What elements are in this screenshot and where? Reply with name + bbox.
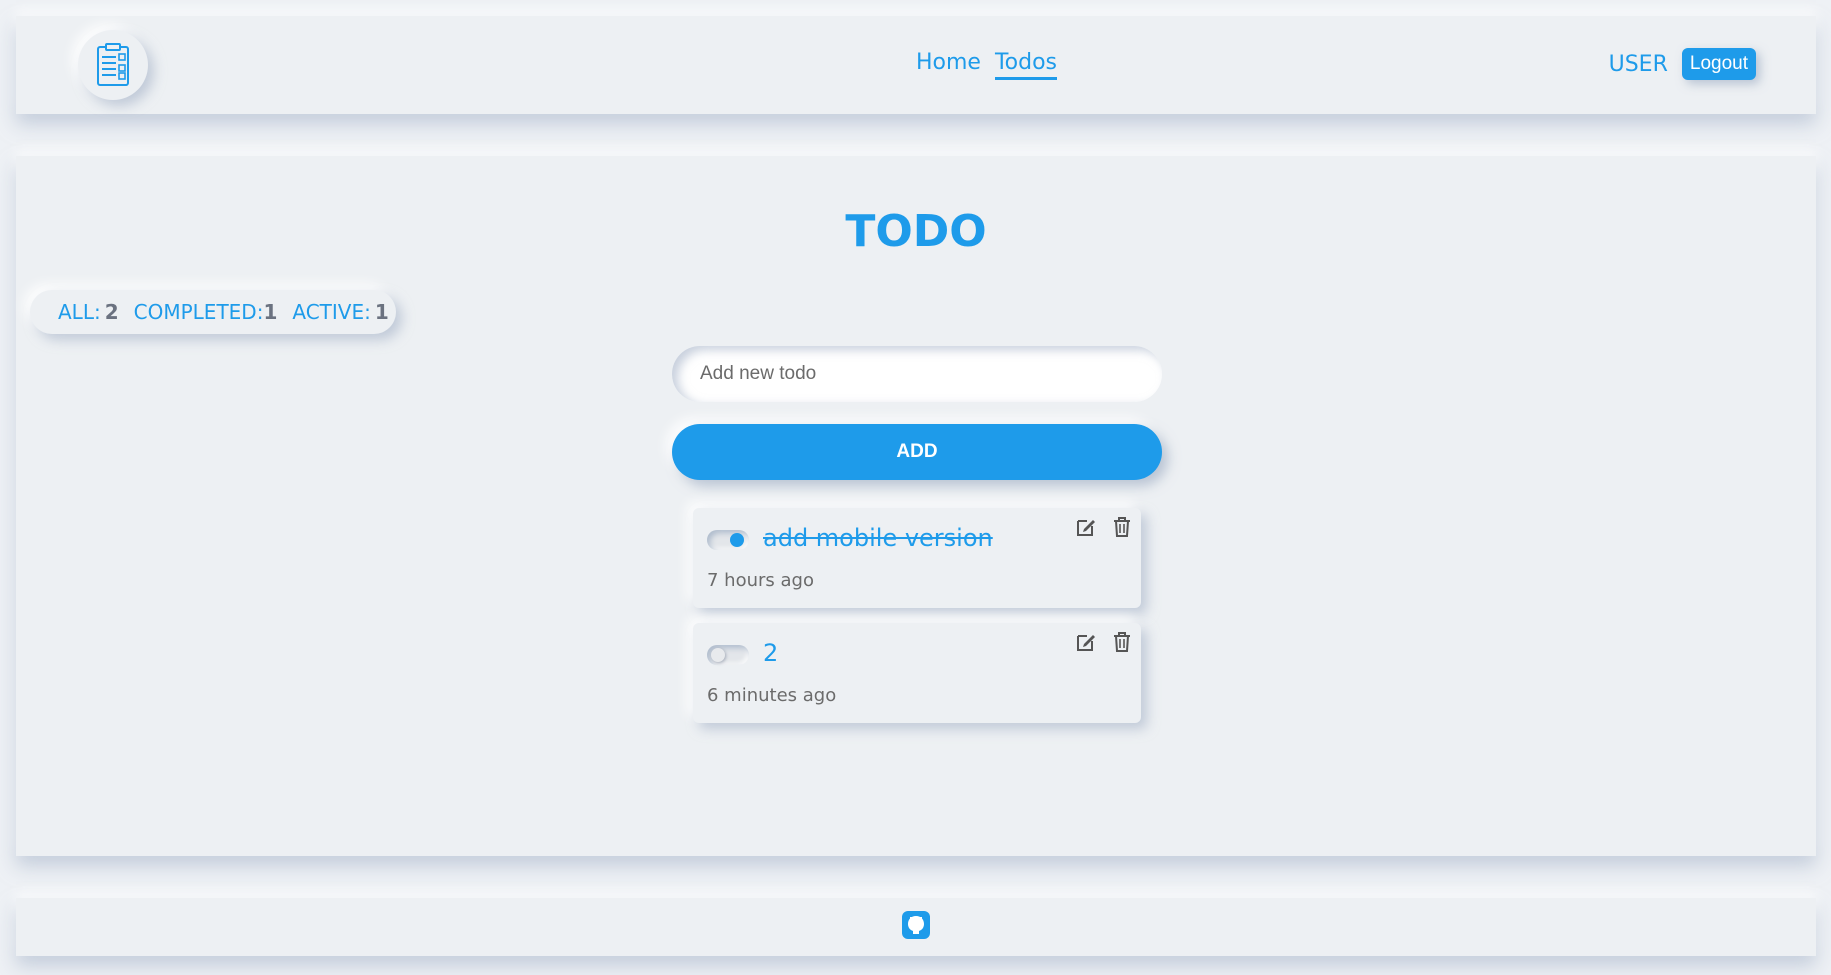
logo[interactable] bbox=[78, 30, 148, 100]
todo-counters: ALL: 2 COMPLETED:1 ACTIVE: 1 bbox=[30, 290, 396, 334]
user-area: USER Logout bbox=[1609, 48, 1756, 80]
clipboard-list-icon bbox=[97, 43, 129, 86]
counter-completed[interactable]: COMPLETED:1 bbox=[134, 300, 278, 324]
counter-all-label: ALL: bbox=[58, 300, 101, 324]
todo-complete-toggle[interactable] bbox=[707, 645, 749, 665]
page-title: TODO bbox=[845, 206, 987, 257]
counter-all-value: 2 bbox=[104, 300, 119, 324]
toggle-knob bbox=[730, 533, 744, 547]
todo-timestamp: 6 minutes ago bbox=[707, 685, 837, 706]
edit-icon[interactable] bbox=[1073, 514, 1099, 540]
todo-actions bbox=[1073, 629, 1135, 655]
todo-text: 2 bbox=[763, 639, 779, 667]
nav-todos-link[interactable]: Todos bbox=[994, 50, 1058, 80]
counter-active-label: ACTIVE: bbox=[292, 300, 371, 324]
counter-all[interactable]: ALL: 2 bbox=[58, 300, 119, 324]
todo-actions bbox=[1073, 514, 1135, 540]
main-nav: Home Todos bbox=[916, 50, 1058, 80]
edit-icon[interactable] bbox=[1073, 629, 1099, 655]
logout-button[interactable]: Logout bbox=[1681, 48, 1756, 80]
todo-item: add mobile version 7 hours ago bbox=[693, 508, 1141, 608]
trash-icon[interactable] bbox=[1109, 629, 1135, 655]
footer bbox=[16, 898, 1816, 956]
nav-home-link[interactable]: Home bbox=[916, 50, 981, 80]
counter-active[interactable]: ACTIVE: 1 bbox=[292, 300, 388, 324]
todo-item: 2 6 minutes ago bbox=[693, 623, 1141, 723]
main-panel: TODO ALL:2 COMPLETED:1 ACTIVE:1 ADD add … bbox=[16, 156, 1816, 856]
counter-completed-label: COMPLETED: bbox=[133, 300, 264, 324]
toggle-knob bbox=[711, 648, 725, 662]
github-icon[interactable] bbox=[902, 910, 930, 944]
trash-icon[interactable] bbox=[1109, 514, 1135, 540]
new-todo-input[interactable] bbox=[672, 346, 1162, 402]
counter-active-value: 1 bbox=[374, 300, 389, 324]
user-label: USER bbox=[1608, 51, 1668, 77]
todo-complete-toggle[interactable] bbox=[707, 530, 749, 550]
header: Home Todos USER Logout bbox=[16, 16, 1816, 114]
todo-text: add mobile version bbox=[763, 524, 993, 552]
counter-completed-value: 1 bbox=[263, 300, 278, 324]
add-todo-button[interactable]: ADD bbox=[672, 424, 1162, 480]
todo-timestamp: 7 hours ago bbox=[707, 570, 814, 591]
